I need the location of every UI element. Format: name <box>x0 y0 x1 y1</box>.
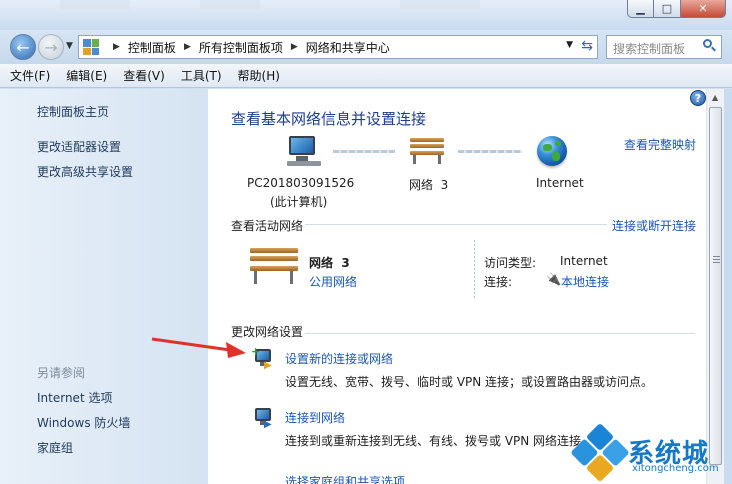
address-dropdown-icon[interactable]: ▼ <box>566 40 573 50</box>
map-connection-line <box>333 150 395 153</box>
setup-new-connection-link[interactable]: 设置新的连接或网络 <box>285 350 393 367</box>
back-button[interactable]: ← <box>10 34 36 60</box>
sidebar-link-homegroup[interactable]: 家庭组 <box>37 439 73 456</box>
scrollbar-thumb[interactable] <box>709 107 722 465</box>
active-network-name: 网络 3 <box>309 256 350 270</box>
recent-pages-dropdown[interactable]: ▼ <box>66 41 73 51</box>
see-also-title: 另请参阅 <box>37 366 86 380</box>
page-title: 查看基本网络信息并设置连接 <box>231 110 427 128</box>
connect-to-network-desc: 连接到或重新连接到无线、有线、拨号或 VPN 网络连接。 <box>285 434 594 448</box>
connect-disconnect-link[interactable]: 连接或断开连接 <box>612 217 696 234</box>
connections-label: 连接: <box>484 275 513 289</box>
internet-globe-icon <box>537 136 567 166</box>
scroll-up-icon[interactable]: ▲ <box>712 93 718 102</box>
menu-file[interactable]: 文件(F) <box>10 67 50 84</box>
sidebar-link-windows-firewall[interactable]: Windows 防火墙 <box>37 414 130 431</box>
blurred-title-right <box>400 0 480 10</box>
active-network-bench-icon <box>250 248 298 284</box>
homegroup-sharing-link[interactable]: 选择家庭组和共享选项 <box>285 473 405 484</box>
setup-new-connection-desc: 设置无线、宽带、拨号、临时或 VPN 连接；或设置路由器或访问点。 <box>285 375 654 389</box>
menu-edit[interactable]: 编辑(E) <box>66 67 107 84</box>
sidebar-link-adapter-settings[interactable]: 更改适配器设置 <box>37 138 121 155</box>
internet-map-label: Internet <box>536 176 584 190</box>
vertical-scrollbar[interactable]: ▲ <box>706 89 724 484</box>
breadcrumb-control-panel[interactable]: 控制面板 <box>128 39 176 56</box>
maximize-icon: □ <box>661 2 673 15</box>
computer-name: PC201803091526 <box>247 176 355 190</box>
title-bar: ▁ □ ✕ <box>0 0 732 30</box>
connect-network-icon: ▶ <box>251 406 275 430</box>
menu-bar: 文件(F) 编辑(E) 查看(V) 工具(T) 帮助(H) <box>0 64 732 88</box>
section-divider <box>305 333 695 334</box>
connect-to-network-link[interactable]: 连接到网络 <box>285 409 345 426</box>
address-bar[interactable]: ▶ 控制面板 ▶ 所有控制面板项 ▶ 网络和共享中心 ▼ ⇆ <box>78 35 598 59</box>
sidebar: 控制面板主页 更改适配器设置 更改高级共享设置 另请参阅 Internet 选项… <box>0 89 208 484</box>
active-networks-title: 查看活动网络 <box>231 219 304 233</box>
menu-view[interactable]: 查看(V) <box>123 67 165 84</box>
watermark-url: xitongcheng.com <box>632 463 719 474</box>
map-connection-line <box>458 150 522 153</box>
search-icon[interactable] <box>701 38 717 54</box>
blurred-title-left <box>60 0 130 10</box>
network-type-link[interactable]: 公用网络 <box>309 273 357 290</box>
arrow-left-icon: ← <box>16 37 30 57</box>
arrow-right-icon: → <box>44 37 58 57</box>
breadcrumb-separator-icon[interactable]: ▶ <box>184 42 191 52</box>
help-icon[interactable]: ? <box>690 90 706 106</box>
close-button[interactable]: ✕ <box>681 0 726 18</box>
network-map-label: 网络 3 <box>409 178 449 192</box>
breadcrumb-network-center[interactable]: 网络和共享中心 <box>306 39 390 56</box>
red-arrow-annotation <box>151 337 246 358</box>
local-connection-link[interactable]: 本地连接 <box>561 273 609 290</box>
computer-icon <box>287 136 321 166</box>
maximize-button[interactable]: □ <box>654 0 681 18</box>
search-input[interactable]: 搜索控制面板 <box>606 35 722 59</box>
close-icon: ✕ <box>698 2 708 15</box>
navigation-bar: ← → ▼ ▶ 控制面板 ▶ 所有控制面板项 ▶ 网络和共享中心 ▼ ⇆ 搜索控… <box>0 30 732 64</box>
window-frame <box>724 89 732 484</box>
section-divider <box>305 224 607 225</box>
refresh-icon[interactable]: ⇆ <box>581 38 593 54</box>
minimize-button[interactable]: ▁ <box>627 0 654 18</box>
vertical-separator <box>474 240 475 298</box>
ethernet-icon: 🔌 <box>546 272 561 286</box>
breadcrumb-separator-icon[interactable]: ▶ <box>291 42 298 52</box>
window-controls: ▁ □ ✕ <box>627 0 726 20</box>
menu-tools[interactable]: 工具(T) <box>181 67 222 84</box>
breadcrumb-all-items[interactable]: 所有控制面板项 <box>199 39 283 56</box>
sidebar-link-internet-options[interactable]: Internet 选项 <box>37 389 112 406</box>
control-panel-icon <box>83 39 99 55</box>
new-connection-icon: + ▶ <box>251 345 272 371</box>
forward-button[interactable]: → <box>38 34 64 60</box>
menu-help[interactable]: 帮助(H) <box>238 67 280 84</box>
access-type-value: Internet <box>560 254 608 268</box>
sidebar-link-advanced-sharing[interactable]: 更改高级共享设置 <box>37 163 133 180</box>
computer-sublabel: (此计算机) <box>270 195 328 209</box>
view-full-map-link[interactable]: 查看完整映射 <box>624 136 696 153</box>
search-placeholder: 搜索控制面板 <box>613 42 686 56</box>
minimize-icon: ▁ <box>636 2 645 15</box>
sidebar-link-control-panel-home[interactable]: 控制面板主页 <box>37 103 109 120</box>
blurred-title-mid <box>200 0 260 10</box>
breadcrumb-separator-icon[interactable]: ▶ <box>113 42 120 52</box>
bench-network-icon <box>410 138 444 164</box>
access-type-label: 访问类型: <box>484 256 537 270</box>
